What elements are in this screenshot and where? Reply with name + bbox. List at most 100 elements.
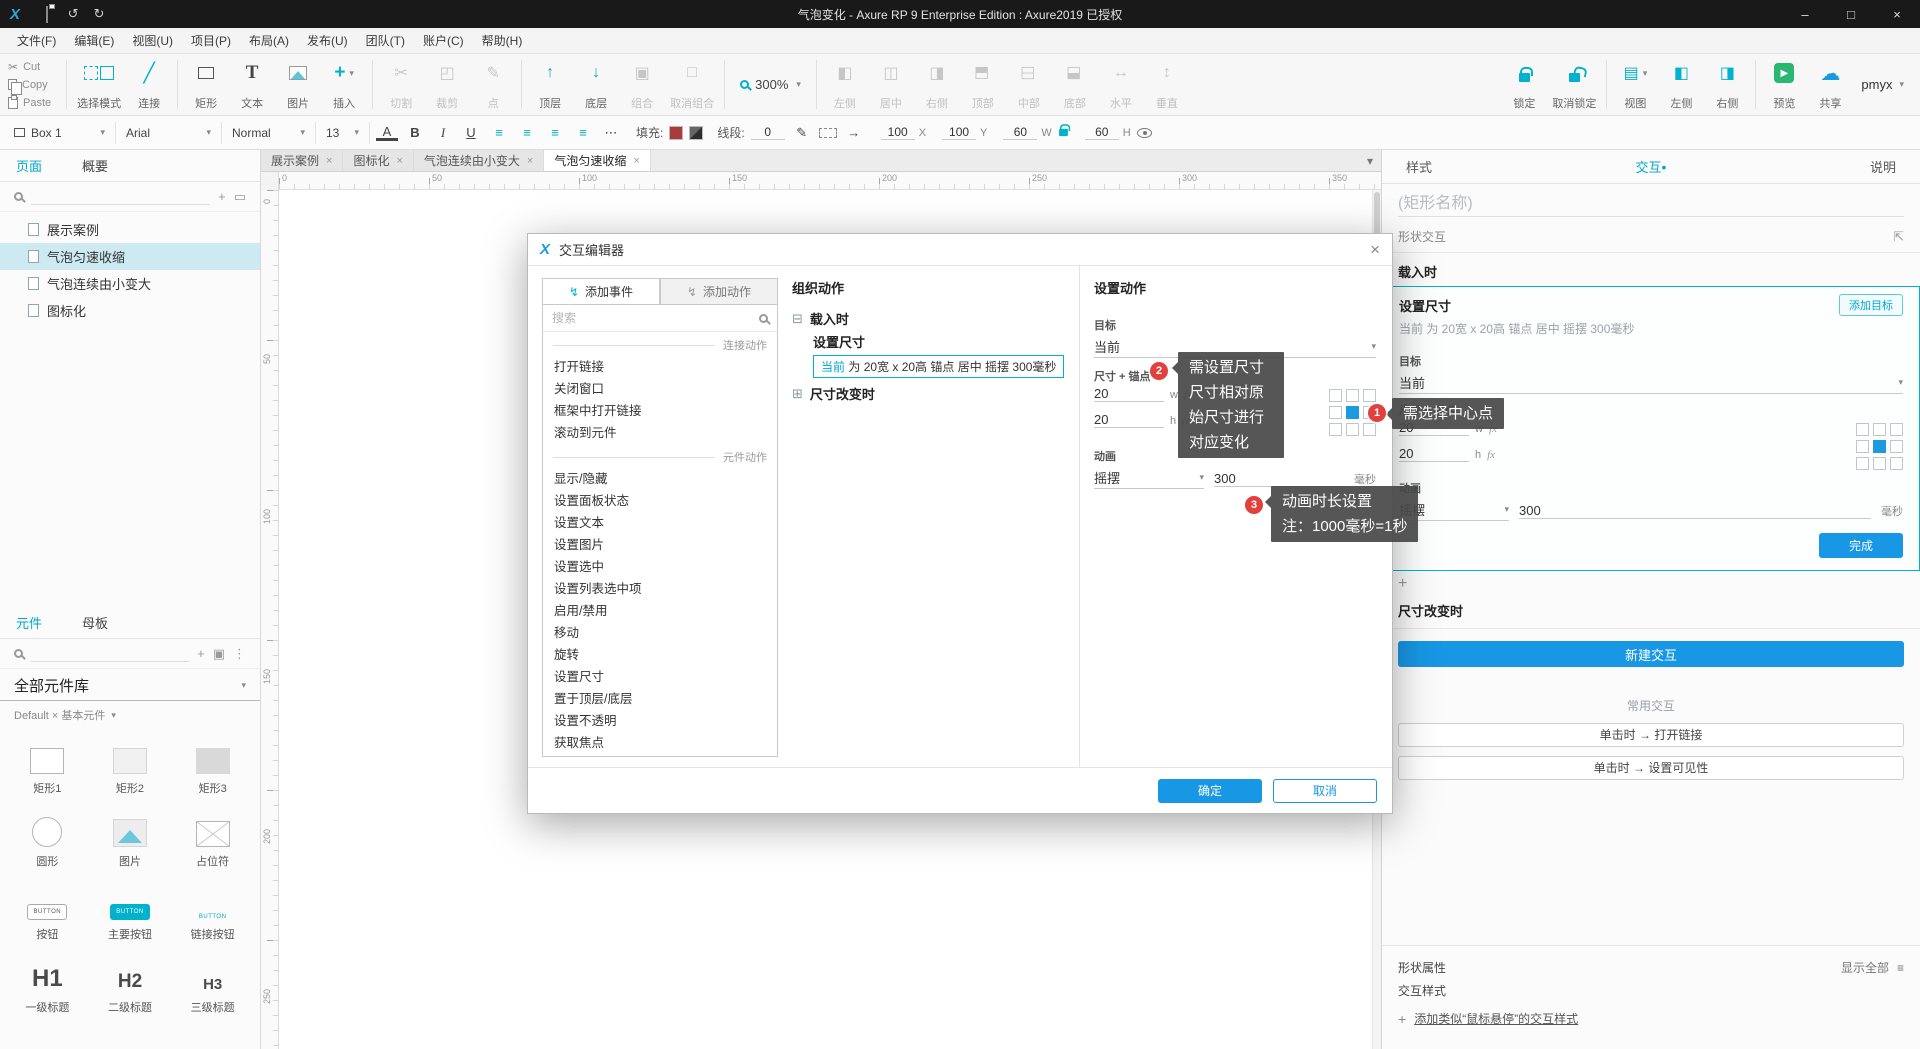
menu-view[interactable]: 视图(U) — [123, 32, 182, 49]
tab-add-event[interactable]: ↯ 添加事件 — [542, 278, 660, 305]
select-mode-button[interactable]: 选择模式 — [72, 56, 126, 113]
menu-help[interactable]: 帮助(H) — [473, 32, 532, 49]
dialog-close-icon[interactable]: × — [1370, 240, 1380, 260]
menu-file[interactable]: 文件(F) — [8, 32, 65, 49]
anchor-cell-selected[interactable] — [1873, 440, 1886, 453]
widget-name-input[interactable] — [1398, 192, 1904, 217]
action-item[interactable]: 设置选中 — [543, 556, 777, 578]
new-interaction-button[interactable]: 新建交互 — [1398, 641, 1904, 667]
case-summary[interactable]: 当前 为 20宽 x 20高 锚点 居中 摇摆 300毫秒 — [1383, 318, 1919, 345]
pages-search-input[interactable] — [31, 189, 211, 205]
gradient-swatch[interactable] — [689, 125, 704, 140]
widget-link-button[interactable]: BUTTON 链接按钮 — [171, 875, 254, 948]
tab-style[interactable]: 样式 — [1406, 157, 1432, 176]
bold-button[interactable]: B — [404, 123, 426, 143]
height-input[interactable] — [1084, 125, 1119, 140]
action-item[interactable]: 设置文本 — [543, 512, 777, 534]
menu-project[interactable]: 项目(P) — [182, 32, 240, 49]
page-item[interactable]: 气泡连续由小变大 — [0, 270, 260, 297]
tree-action-set-size[interactable]: 设置尺寸 — [792, 330, 1072, 353]
doc-tab-active[interactable]: 气泡匀速收缩 × — [544, 150, 651, 171]
tab-widgets[interactable]: 元件 — [16, 613, 42, 632]
action-item[interactable]: 设置面板状态 — [543, 490, 777, 512]
anchor-cell[interactable] — [1890, 457, 1903, 470]
close-tab-icon[interactable]: × — [326, 155, 332, 167]
maximize-button[interactable]: □ — [1828, 0, 1874, 28]
menu-arrange[interactable]: 布局(A) — [240, 32, 298, 49]
group-button[interactable]: ▣ 组合 — [619, 56, 665, 113]
text-tool-button[interactable]: T 文本 — [229, 56, 275, 113]
action-item[interactable]: 框架中打开链接 — [543, 400, 777, 422]
align-right-button[interactable]: ◨ 右侧 — [914, 56, 960, 113]
close-tab-icon[interactable]: × — [633, 155, 639, 167]
add-target-button[interactable]: 添加目标 — [1839, 294, 1903, 316]
target-picker-icon[interactable]: ⇱ — [1893, 229, 1904, 245]
arrow-style-icon[interactable]: → — [843, 123, 865, 143]
width-value-input[interactable] — [1094, 386, 1164, 402]
action-item[interactable]: 获取焦点 — [543, 732, 777, 754]
align-middle-button[interactable]: ◫ 中部 — [1006, 56, 1052, 113]
action-item[interactable]: 旋转 — [543, 644, 777, 666]
anchor-cell[interactable] — [1890, 440, 1903, 453]
anchor-cell[interactable] — [1346, 423, 1359, 436]
widget-style-select[interactable]: Box 1 ▾ — [10, 121, 116, 144]
anchor-cell[interactable] — [1329, 389, 1342, 402]
action-item[interactable]: 显示/隐藏 — [543, 468, 777, 490]
widget-rectangle2[interactable]: 矩形2 — [89, 729, 172, 802]
library-stack-icon[interactable]: ▣ — [213, 646, 225, 662]
font-size-select[interactable]: 13 ▾ — [322, 121, 370, 144]
toggle-left-panel-button[interactable]: ◧ 左侧 — [1658, 56, 1704, 113]
show-all-link[interactable]: 显示全部 — [1841, 959, 1889, 976]
align-text-left-button[interactable]: ≡ — [516, 123, 538, 143]
action-item[interactable]: 启用/禁用 — [543, 600, 777, 622]
paste-button[interactable]: Paste — [4, 94, 55, 111]
aspect-lock-icon[interactable] — [1058, 124, 1071, 137]
tab-list-chevron[interactable]: ▾ — [1359, 150, 1381, 171]
widgets-search-input[interactable] — [31, 646, 190, 662]
animation-select[interactable]: 摇摆 ▾ — [1094, 466, 1204, 489]
add-page-icon[interactable]: + — [218, 189, 226, 204]
copy-button[interactable]: Copy — [4, 76, 55, 95]
line-color-icon[interactable]: ✎ — [791, 123, 813, 143]
library-filter[interactable]: Default × 基本元件 ▾ — [0, 703, 260, 727]
widget-h1[interactable]: H1 一级标题 — [6, 948, 89, 1021]
bring-to-front-button[interactable]: ↑ 顶层 — [527, 56, 573, 113]
doc-tab[interactable]: 图标化 × — [343, 150, 414, 171]
widget-text-label[interactable]: A — [6, 1021, 89, 1049]
align-left-button[interactable]: ◧ 左侧 — [822, 56, 868, 113]
anchor-cell[interactable] — [1873, 457, 1886, 470]
image-tool-button[interactable]: 图片 — [275, 56, 321, 113]
redo-icon[interactable]: ↻ — [86, 6, 112, 22]
height-value-input[interactable] — [1399, 446, 1469, 462]
font-weight-select[interactable]: Normal ▾ — [228, 121, 316, 144]
x-input[interactable] — [880, 125, 915, 140]
library-select[interactable]: 全部元件库 ▾ — [0, 669, 260, 701]
anchor-cell[interactable] — [1329, 423, 1342, 436]
search-icon[interactable] — [14, 649, 23, 658]
align-center-button[interactable]: ◫ 居中 — [868, 56, 914, 113]
menu-edit[interactable]: 编辑(E) — [65, 32, 123, 49]
more-text-options-button[interactable]: ⋯ — [600, 123, 622, 143]
tab-interaction[interactable]: 交互• — [1636, 157, 1667, 176]
slice-tool-button[interactable]: ✂ 切割 — [378, 56, 424, 113]
unlock-button[interactable]: 取消锁定 — [1547, 56, 1601, 113]
page-item[interactable]: 展示案例 — [0, 216, 260, 243]
action-item[interactable]: 滚动到元件 — [543, 422, 777, 444]
action-item[interactable]: 设置图片 — [543, 534, 777, 556]
menu-team[interactable]: 团队(T) — [357, 32, 414, 49]
anchor-cell[interactable] — [1856, 423, 1869, 436]
hamburger-icon[interactable]: ≡ — [1897, 961, 1904, 975]
anchor-cell-selected[interactable] — [1346, 406, 1359, 419]
font-family-select[interactable]: Arial ▾ — [122, 121, 222, 144]
height-value-input[interactable] — [1094, 412, 1164, 428]
ok-button[interactable]: 确定 — [1158, 778, 1262, 803]
fill-color-swatch[interactable] — [669, 125, 684, 140]
action-item[interactable]: 移动 — [543, 622, 777, 644]
close-tab-icon[interactable]: × — [527, 155, 533, 167]
search-icon[interactable] — [14, 192, 23, 201]
close-button[interactable]: × — [1874, 0, 1920, 28]
widget-h2[interactable]: H2 二级标题 — [89, 948, 172, 1021]
target-select[interactable]: 当前 ▾ — [1399, 371, 1903, 394]
align-text-right-button[interactable]: ≡ — [572, 123, 594, 143]
width-input[interactable] — [1003, 125, 1038, 140]
